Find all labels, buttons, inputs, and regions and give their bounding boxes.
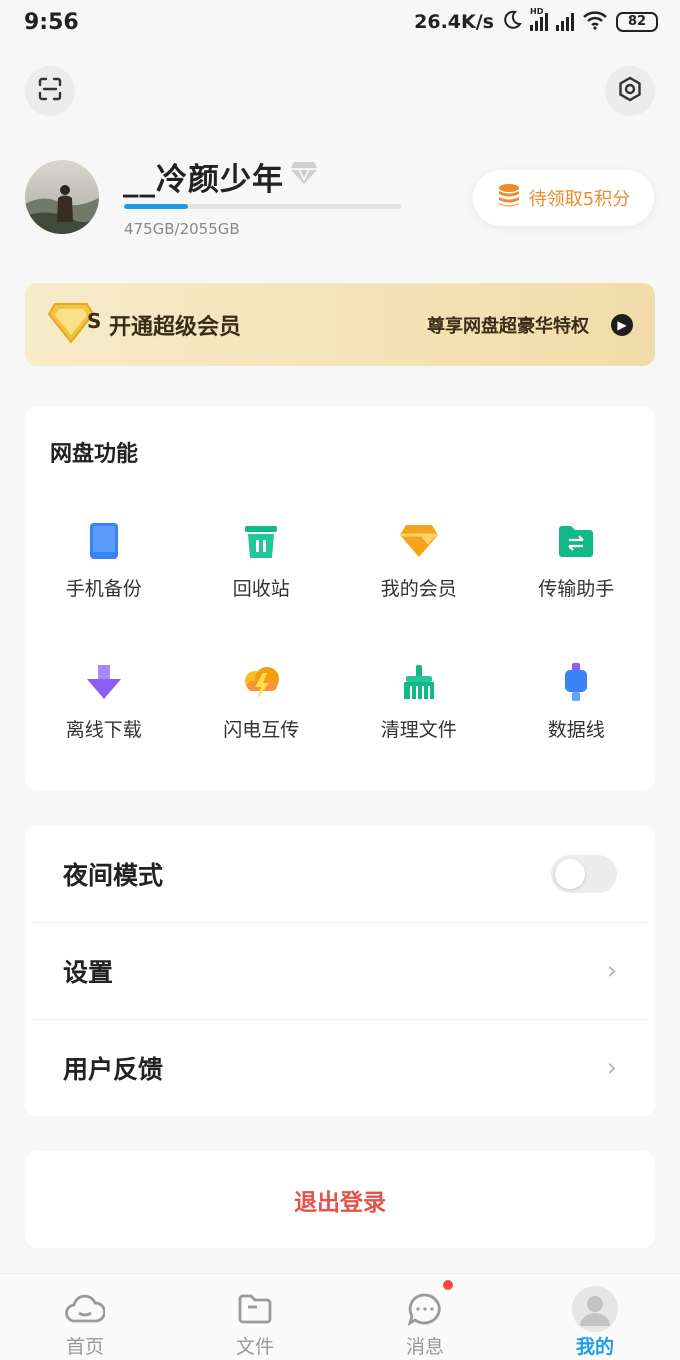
bottom-tab-bar: 首页 文件 消息 我的 <box>0 1273 680 1360</box>
super-vip-banner[interactable]: S 开通超级会员 尊享网盘超豪华特权 ▶ <box>25 283 655 366</box>
tab-messages[interactable]: 消息 <box>340 1274 510 1360</box>
claim-points-button[interactable]: 待领取5积分 <box>473 170 654 226</box>
transfer-folder-icon <box>553 518 599 564</box>
vip-badge-letter: S <box>87 309 102 333</box>
toggle-knob <box>555 858 585 889</box>
tab-files[interactable]: 文件 <box>170 1274 340 1360</box>
chevron-right-icon: › <box>606 1052 617 1083</box>
user-avatar-icon <box>572 1286 618 1332</box>
feature-clean-files[interactable]: 清理文件 <box>340 647 498 752</box>
cloud-icon <box>65 1288 105 1330</box>
storage-progress-bar <box>124 204 401 209</box>
signal-hd-icon: HD <box>530 7 548 31</box>
feature-recycle-bin[interactable]: 回收站 <box>183 506 341 611</box>
logout-button[interactable]: 退出登录 <box>25 1151 655 1248</box>
tab-label: 消息 <box>405 1336 444 1358</box>
phone-backup-icon <box>81 518 127 564</box>
unread-dot <box>443 1280 453 1290</box>
network-speed: 26.4K/s <box>414 11 494 33</box>
feature-my-vip[interactable]: 我的会员 <box>340 506 498 611</box>
settings-shortcut-button[interactable] <box>605 66 655 116</box>
claim-points-label: 待领取5积分 <box>528 189 631 210</box>
feature-label: 回收站 <box>232 578 290 600</box>
wifi-icon <box>582 10 608 35</box>
trash-icon <box>238 518 284 564</box>
chat-bubble-icon <box>407 1288 443 1330</box>
moon-icon <box>502 10 522 35</box>
settings-card: 夜间模式 设置 › 用户反馈 › <box>25 825 655 1116</box>
tab-label: 文件 <box>235 1336 274 1358</box>
cable-icon <box>553 659 599 705</box>
feature-label: 离线下载 <box>65 719 142 741</box>
features-grid: 手机备份 回收站 我的会员 传输助手 离线下载 闪电互传 清理文件 数据线 <box>25 506 655 752</box>
chevron-right-circle-icon: ▶ <box>611 313 633 336</box>
night-mode-label: 夜间模式 <box>63 860 164 890</box>
folder-icon <box>237 1288 273 1330</box>
diamond-icon <box>396 518 442 564</box>
feature-label: 数据线 <box>547 719 605 741</box>
tab-label: 我的 <box>575 1336 614 1358</box>
logout-label: 退出登录 <box>294 1189 386 1216</box>
feature-label: 闪电互传 <box>223 719 300 741</box>
feedback-row[interactable]: 用户反馈 › <box>33 1019 647 1116</box>
features-card: 网盘功能 手机备份 回收站 我的会员 传输助手 离线下载 闪电互传 清理文件 数… <box>25 406 655 790</box>
feature-transfer-assistant[interactable]: 传输助手 <box>498 506 656 611</box>
feature-label: 传输助手 <box>538 578 615 600</box>
settings-label: 设置 <box>63 957 114 987</box>
feature-label: 我的会员 <box>380 578 457 600</box>
lightning-cloud-icon <box>238 659 284 705</box>
chevron-right-icon: › <box>606 955 617 986</box>
settings-row[interactable]: 设置 › <box>33 922 647 1019</box>
tab-home[interactable]: 首页 <box>0 1274 170 1360</box>
night-mode-toggle[interactable] <box>551 854 617 893</box>
hd-label: HD <box>530 7 544 16</box>
tab-label: 首页 <box>65 1336 104 1358</box>
feature-label: 清理文件 <box>380 719 457 741</box>
scan-button[interactable] <box>25 66 75 116</box>
broom-icon <box>396 659 442 705</box>
feature-label: 手机备份 <box>65 578 142 600</box>
battery-indicator: 82 <box>616 12 658 32</box>
status-time: 9:56 <box>24 9 79 35</box>
vip-title: 开通超级会员 <box>109 314 242 340</box>
username: __冷颜少年 <box>123 162 284 198</box>
storage-progress-fill <box>124 204 188 209</box>
signal-icon <box>556 13 574 31</box>
tab-me[interactable]: 我的 <box>510 1274 680 1360</box>
feedback-label: 用户反馈 <box>63 1054 164 1084</box>
status-bar: 9:56 26.4K/s HD 82 <box>0 0 680 44</box>
avatar[interactable] <box>25 160 99 234</box>
scan-icon <box>37 76 63 106</box>
diamond-badge-icon[interactable] <box>289 160 319 190</box>
coin-stack-icon <box>497 183 521 214</box>
feature-offline-download[interactable]: 离线下载 <box>25 647 183 752</box>
storage-text: 475GB/2055GB <box>124 220 240 238</box>
feature-phone-backup[interactable]: 手机备份 <box>25 506 183 611</box>
hexagon-settings-icon <box>616 75 644 107</box>
feature-flash-transfer[interactable]: 闪电互传 <box>183 647 341 752</box>
feature-data-cable[interactable]: 数据线 <box>498 647 656 752</box>
features-title: 网盘功能 <box>50 442 139 467</box>
download-arrow-icon <box>81 659 127 705</box>
status-indicators: 26.4K/s HD 82 <box>414 7 658 35</box>
night-mode-row: 夜间模式 <box>33 825 647 922</box>
vip-subtitle: 尊享网盘超豪华特权 <box>427 315 589 337</box>
